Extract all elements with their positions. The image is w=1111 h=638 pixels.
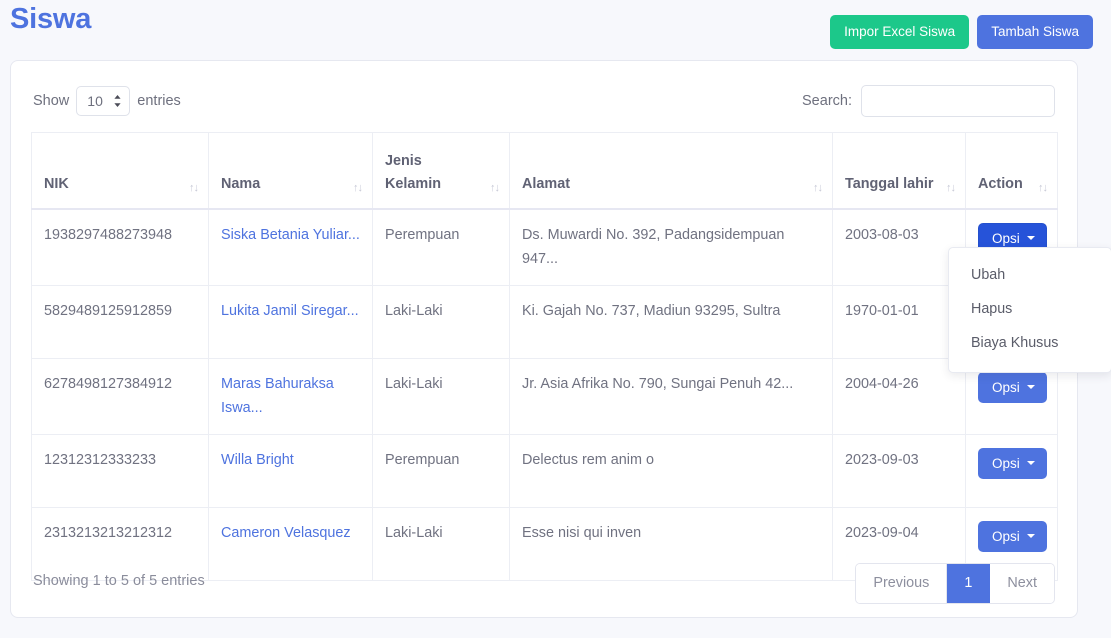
opsi-button-label: Opsi xyxy=(992,379,1020,395)
cell-tanggal-lahir: 2004-04-26 xyxy=(832,357,966,435)
cell-alamat: Jr. Asia Afrika No. 790, Sungai Penuh 42… xyxy=(509,357,833,435)
cell-nik: 12312312333233 xyxy=(31,433,209,508)
opsi-button-label: Opsi xyxy=(992,455,1020,471)
chevron-down-icon xyxy=(1026,385,1035,390)
table-head: NIK ↑↓ Nama ↑↓ Jenis Kelamin ↑↓ Alamat ↑… xyxy=(31,132,1058,210)
column-label-nik: NIK xyxy=(44,175,69,192)
entries-per-page-value: 10 xyxy=(87,93,103,109)
opsi-wrapper: Opsi xyxy=(978,520,1047,552)
cell-tanggal-lahir: 1970-01-01 xyxy=(832,284,966,359)
dropdown-item-biaya-khusus[interactable]: Biaya Khusus xyxy=(949,326,1111,360)
datatable-controls: Show 10 entries Search: xyxy=(31,81,1057,121)
datatable-info: Showing 1 to 5 of 5 entries xyxy=(33,573,205,589)
pagination-next[interactable]: Next xyxy=(990,564,1054,603)
opsi-button-label: Opsi xyxy=(992,230,1020,246)
table-row: 12312312333233 Willa Bright Perempuan De… xyxy=(31,433,1058,508)
card-body: Show 10 entries Search: NIK ↑↓ Nama ↑↓ J… xyxy=(11,61,1077,617)
opsi-wrapper: Opsi xyxy=(978,371,1047,403)
datatable-length-control: Show 10 entries xyxy=(33,86,181,116)
show-label: Show xyxy=(33,93,70,109)
cell-alamat: Ds. Muwardi No. 392, Padangsidempuan 947… xyxy=(509,208,833,286)
cell-action: Opsi xyxy=(965,433,1058,508)
entries-label: entries xyxy=(137,93,181,109)
cell-jenis-kelamin: Laki-Laki xyxy=(372,284,510,359)
sort-arrows-icon: ↑↓ xyxy=(946,181,956,194)
datatable-footer: Showing 1 to 5 of 5 entries Previous 1 N… xyxy=(31,561,1057,611)
page-root: Siswa Impor Excel Siswa Tambah Siswa Sho… xyxy=(0,0,1111,638)
cell-nama: Siska Betania Yuliar... xyxy=(208,208,373,286)
opsi-wrapper: Opsi xyxy=(978,222,1047,254)
column-label-nama: Nama xyxy=(221,175,261,192)
header-actions: Impor Excel Siswa Tambah Siswa xyxy=(830,15,1093,49)
dropdown-item-ubah[interactable]: Ubah xyxy=(949,258,1111,292)
cell-nama: Maras Bahuraksa Iswa... xyxy=(208,357,373,435)
column-header-jenis-kelamin[interactable]: Jenis Kelamin ↑↓ xyxy=(372,132,510,210)
column-label-jenis-kelamin: Jenis Kelamin xyxy=(385,152,441,192)
students-table: NIK ↑↓ Nama ↑↓ Jenis Kelamin ↑↓ Alamat ↑… xyxy=(31,132,1058,581)
column-header-tanggal-lahir[interactable]: Tanggal lahir ↑↓ xyxy=(832,132,966,210)
sort-arrows-icon: ↑↓ xyxy=(353,181,363,194)
column-header-nik[interactable]: NIK ↑↓ xyxy=(31,132,209,210)
table-row: 6278498127384912 Maras Bahuraksa Iswa...… xyxy=(31,357,1058,435)
page-title: Siswa xyxy=(10,3,92,35)
entries-per-page-select[interactable]: 10 xyxy=(76,86,131,116)
chevron-updown-icon xyxy=(113,95,122,108)
opsi-button-label: Opsi xyxy=(992,528,1020,544)
pagination-page-1[interactable]: 1 xyxy=(947,564,991,603)
search-input[interactable] xyxy=(861,85,1055,117)
column-label-tanggal-lahir: Tanggal lahir xyxy=(845,175,934,192)
cell-alamat: Delectus rem anim o xyxy=(509,433,833,508)
chevron-down-icon xyxy=(1026,461,1035,466)
column-label-alamat: Alamat xyxy=(522,175,570,192)
cell-tanggal-lahir: 2023-09-03 xyxy=(832,433,966,508)
chevron-down-icon xyxy=(1026,236,1035,241)
cell-nama: Willa Bright xyxy=(208,433,373,508)
column-label-action: Action xyxy=(978,175,1023,192)
cell-nik: 6278498127384912 xyxy=(31,357,209,435)
student-name-link[interactable]: Lukita Jamil Siregar... xyxy=(221,303,359,319)
opsi-dropdown-menu: Ubah Hapus Biaya Khusus xyxy=(948,247,1111,373)
column-header-alamat[interactable]: Alamat ↑↓ xyxy=(509,132,833,210)
student-name-link[interactable]: Willa Bright xyxy=(221,452,294,468)
cell-tanggal-lahir: 2003-08-03 xyxy=(832,208,966,286)
sort-arrows-icon: ↑↓ xyxy=(189,181,199,194)
cell-alamat: Ki. Gajah No. 737, Madiun 93295, Sultra xyxy=(509,284,833,359)
student-name-link[interactable]: Maras Bahuraksa Iswa... xyxy=(221,376,334,416)
chevron-down-icon xyxy=(1026,534,1035,539)
table-body: 1938297488273948 Siska Betania Yuliar...… xyxy=(31,208,1058,581)
sort-arrows-icon: ↑↓ xyxy=(1038,181,1048,194)
pagination-previous[interactable]: Previous xyxy=(856,564,948,603)
import-excel-button[interactable]: Impor Excel Siswa xyxy=(830,15,970,49)
sort-arrows-icon: ↑↓ xyxy=(490,181,500,194)
dropdown-item-hapus[interactable]: Hapus xyxy=(949,292,1111,326)
sort-arrows-icon: ↑↓ xyxy=(813,181,823,194)
student-name-link[interactable]: Cameron Velasquez xyxy=(221,525,351,541)
opsi-wrapper: Opsi xyxy=(978,447,1047,479)
datatable-filter: Search: xyxy=(802,85,1055,117)
page-header: Siswa Impor Excel Siswa Tambah Siswa xyxy=(0,0,1111,58)
table-header-row: NIK ↑↓ Nama ↑↓ Jenis Kelamin ↑↓ Alamat ↑… xyxy=(31,132,1058,210)
cell-jenis-kelamin: Perempuan xyxy=(372,433,510,508)
column-header-nama[interactable]: Nama ↑↓ xyxy=(208,132,373,210)
cell-nama: Lukita Jamil Siregar... xyxy=(208,284,373,359)
student-name-link[interactable]: Siska Betania Yuliar... xyxy=(221,227,360,243)
cell-jenis-kelamin: Laki-Laki xyxy=(372,357,510,435)
cell-nik: 1938297488273948 xyxy=(31,208,209,286)
opsi-button[interactable]: Opsi xyxy=(978,447,1047,479)
students-card: Show 10 entries Search: NIK ↑↓ Nama ↑↓ J… xyxy=(10,60,1078,618)
cell-jenis-kelamin: Perempuan xyxy=(372,208,510,286)
add-student-button[interactable]: Tambah Siswa xyxy=(977,15,1093,49)
opsi-button[interactable]: Opsi xyxy=(978,520,1047,552)
cell-nik: 5829489125912859 xyxy=(31,284,209,359)
pagination: Previous 1 Next xyxy=(855,563,1055,604)
table-row: 1938297488273948 Siska Betania Yuliar...… xyxy=(31,208,1058,286)
search-label: Search: xyxy=(802,93,852,109)
column-header-action[interactable]: Action ↑↓ xyxy=(965,132,1058,210)
table-row: 5829489125912859 Lukita Jamil Siregar...… xyxy=(31,284,1058,359)
opsi-button[interactable]: Opsi xyxy=(978,371,1047,403)
